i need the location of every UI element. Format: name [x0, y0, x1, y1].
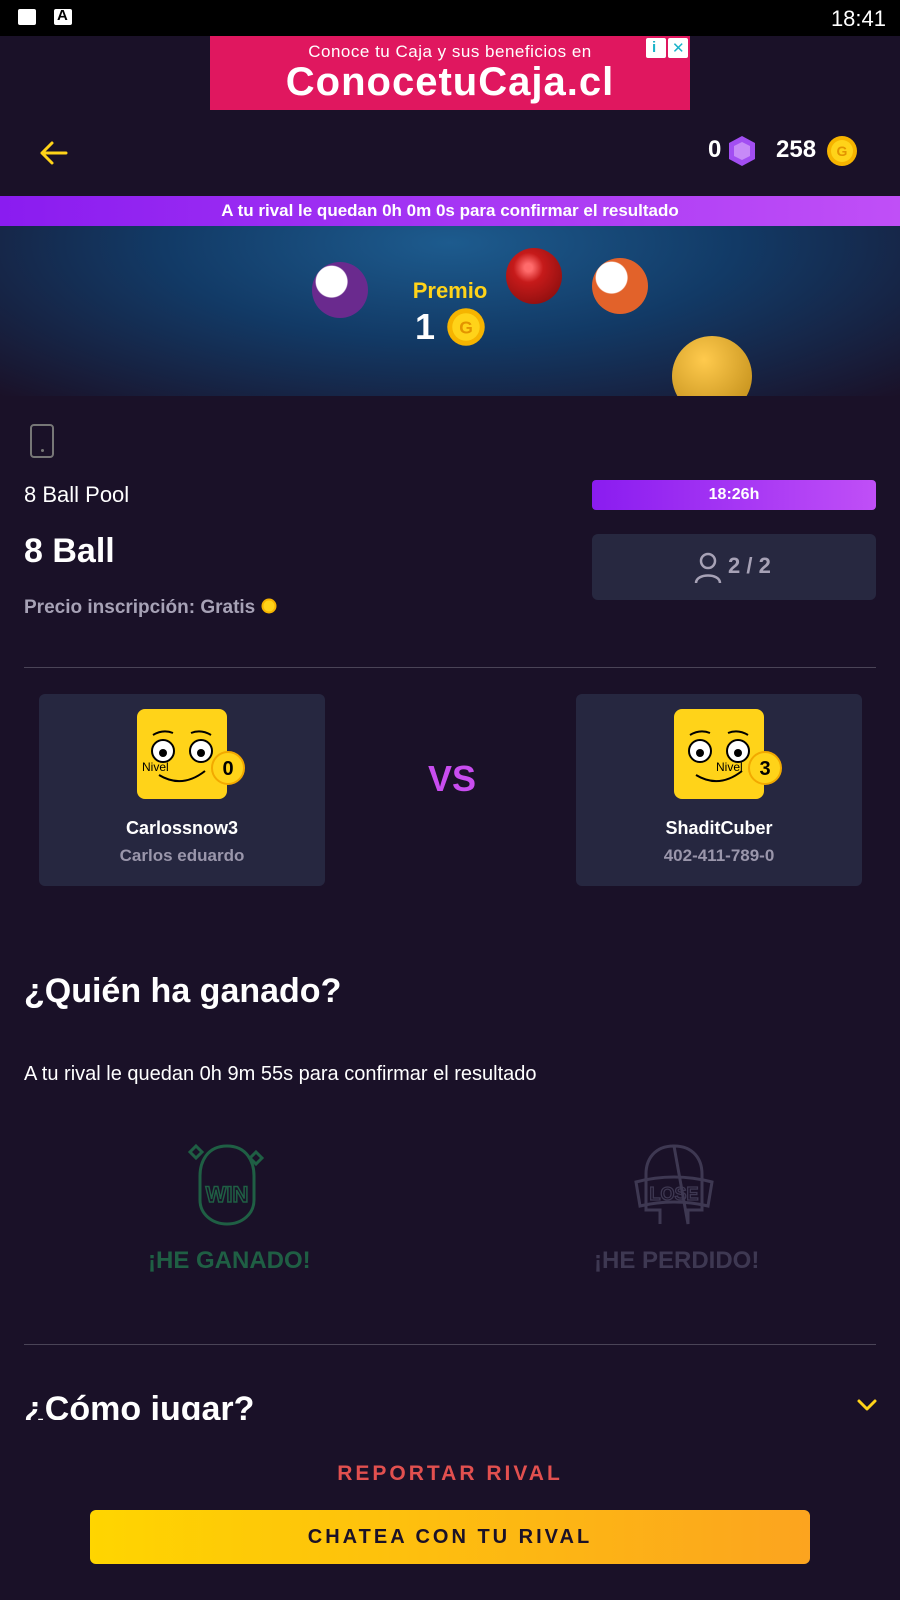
coin-icon: G [827, 136, 857, 166]
text-a-icon: A [54, 7, 72, 25]
mobile-device-icon [30, 424, 54, 458]
vs-label: VS [428, 758, 477, 799]
game-name: 8 Ball Pool [24, 482, 130, 507]
back-arrow-icon[interactable] [36, 136, 70, 170]
clock: 18:41 [830, 6, 886, 31]
level-badge: 3 [748, 751, 782, 785]
result-title: ¿Quién ha ganado? [24, 972, 342, 1010]
ball-icon [672, 336, 752, 396]
prize-value: 1 [415, 306, 436, 347]
win-label: ¡HE GANADO! [148, 1247, 311, 1274]
smiley-icon [151, 730, 213, 782]
player-username: ShaditCuber [665, 818, 773, 838]
ad-info-icon[interactable]: i [646, 38, 666, 58]
ad-close-icon[interactable]: ✕ [668, 38, 688, 58]
coin-icon: G [447, 308, 485, 346]
avatar [674, 709, 764, 799]
lose-label: ¡HE PERDIDO! [594, 1247, 760, 1274]
status-bar: A 18:41 [0, 0, 900, 36]
game-mode: 8 Ball [24, 532, 115, 570]
player-subtitle: Carlos eduardo [119, 846, 245, 865]
avatar [137, 709, 227, 799]
ad-banner[interactable]: Conoce tu Caja y sus beneficios en Conoc… [210, 36, 690, 110]
ad-domain: ConocetuCaja.cl [285, 60, 615, 104]
svg-text:G: G [459, 317, 473, 337]
coin-icon [261, 598, 277, 614]
lose-icon: LOSE [634, 1144, 714, 1225]
gems-count: 0 [708, 136, 722, 163]
smiley-icon [688, 730, 750, 782]
report-rival-link[interactable]: REPORTAR RIVAL [0, 1462, 900, 1486]
coins-count: 258 [776, 136, 817, 163]
players-count: 2 / 2 [728, 553, 771, 578]
device-dot [41, 449, 44, 452]
result-subtitle: A tu rival le quedan 0h 9m 55s para conf… [24, 1063, 537, 1085]
player-card[interactable]: Nivel 3 ShaditCuber 402-411-789-0 [576, 694, 862, 886]
gallery-icon [18, 9, 36, 25]
player-card[interactable]: Nivel 0 Carlossnow3 Carlos eduardo [39, 694, 325, 886]
level-word: Nivel [716, 760, 743, 774]
divider [24, 1344, 876, 1345]
player-username: Carlossnow3 [125, 818, 239, 838]
svg-text:WIN: WIN [206, 1182, 249, 1207]
win-button[interactable]: WIN ¡HE GANADO! [128, 1094, 328, 1284]
svg-text:LOSE: LOSE [649, 1184, 698, 1204]
confirm-timer-banner: A tu rival le quedan 0h 0m 0s para confi… [0, 196, 900, 226]
chevron-down-icon[interactable] [856, 1398, 878, 1412]
ad-tagline: Conoce tu Caja y sus beneficios en [308, 42, 592, 61]
level-word: Nivel [142, 760, 169, 774]
user-icon [694, 552, 722, 584]
match-time-badge: 18:26h [592, 480, 876, 510]
chat-with-rival-button[interactable]: CHATEA CON TU RIVAL [90, 1510, 810, 1564]
divider [24, 667, 876, 668]
prize-label: Premio [412, 278, 488, 303]
gem-icon [729, 136, 755, 166]
entry-price: Precio inscripción: Gratis [24, 597, 277, 619]
level-badge: 0 [211, 751, 245, 785]
win-icon: WIN [187, 1143, 265, 1226]
svg-text:G: G [837, 143, 848, 159]
lose-button[interactable]: LOSE ¡HE PERDIDO! [574, 1094, 774, 1284]
player-subtitle: 402-411-789-0 [663, 846, 775, 865]
entry-price-text: Precio inscripción: Gratis [24, 597, 256, 618]
